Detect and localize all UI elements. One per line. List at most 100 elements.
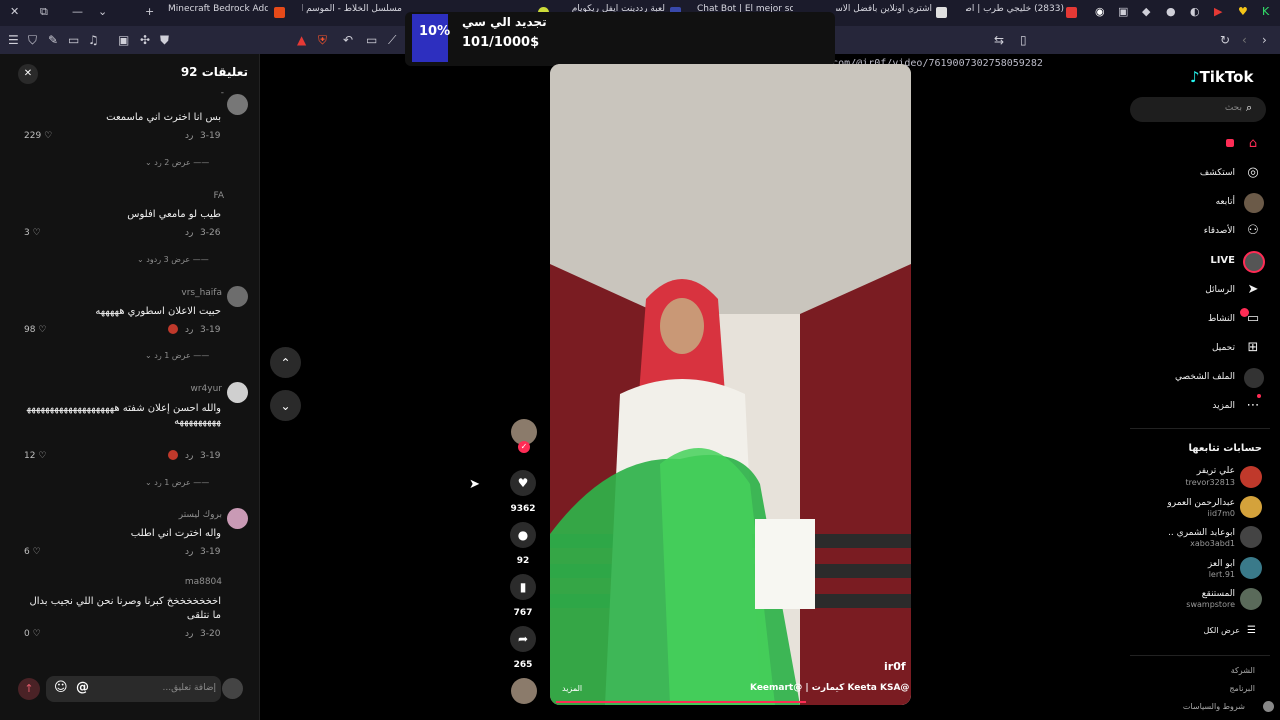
view-replies[interactable]: ⌄ عرض 3 ردود —— [137, 255, 227, 264]
translate-icon[interactable]: ⇆ [994, 33, 1004, 47]
comment-username[interactable]: بروك ليستر [160, 510, 222, 520]
comment-username[interactable]: - [180, 88, 224, 98]
reload-icon[interactable]: ↻ [1220, 33, 1230, 47]
comment-username[interactable]: wr4yur [170, 384, 222, 394]
youtube-tab-icon[interactable]: ▶ [1214, 5, 1222, 18]
view-replies[interactable]: ⌄ عرض 2 رد —— [145, 158, 225, 167]
avatar[interactable] [227, 286, 248, 307]
tab-favicon [1066, 7, 1077, 18]
back-icon[interactable]: ‹ [1242, 33, 1247, 47]
music-icon[interactable]: ♫ [88, 33, 99, 47]
search-placeholder: بحث [1224, 103, 1242, 113]
comment-username[interactable]: vrs_haifa [160, 288, 222, 298]
view-replies[interactable]: ⌄ عرض 1 رد —— [145, 351, 225, 360]
comment-button[interactable]: ● [510, 522, 536, 548]
comment-date: 3-19 [200, 325, 221, 335]
mention-icon[interactable]: @ [76, 680, 89, 695]
new-tab-icon[interactable]: + [145, 5, 154, 18]
close-window-icon[interactable]: ✕ [10, 5, 19, 18]
tiktok-logo[interactable]: ♪TikTok [1190, 68, 1253, 86]
pinned-tab-icon[interactable]: ▣ [1118, 5, 1128, 18]
video-progress-bar[interactable] [556, 701, 806, 703]
friends-icon: ⚇ [1247, 223, 1259, 238]
music-disc-avatar[interactable] [511, 678, 537, 704]
share-icon[interactable]: ↶ [343, 33, 353, 47]
next-video-button[interactable]: ⌄ [270, 390, 301, 421]
reply-button[interactable]: رد [185, 228, 193, 238]
heart-icon: ♡ [44, 131, 53, 141]
pinned-tab-icon[interactable]: ♥ [1238, 5, 1248, 18]
like-count[interactable]: 12 ♡ [24, 451, 46, 461]
video-player[interactable]: ir0f Keemart@ | كيمارت Keeta KSA@ ... ال… [550, 64, 911, 705]
view-replies-label: عرض 3 ردود [146, 255, 191, 264]
brave-icon[interactable]: ⛨ [318, 33, 327, 48]
pen-icon[interactable]: ✎ [48, 33, 58, 47]
post-comment-button[interactable]: ↑ [18, 678, 40, 700]
reply-button[interactable]: رد [185, 547, 193, 557]
save-button[interactable]: ▮ [510, 574, 536, 600]
tab-5[interactable]: Minecraft Bedrock Addons [168, 4, 268, 22]
like-button[interactable]: ♥ [510, 470, 536, 496]
like-count[interactable]: 3 ♡ [24, 228, 41, 238]
like-count[interactable]: 6 ♡ [24, 547, 41, 557]
settings-icon[interactable] [1263, 701, 1274, 712]
upload-icon: ⊞ [1247, 340, 1259, 355]
like-count[interactable]: 0 ♡ [24, 629, 41, 639]
pinned-tab-icon[interactable]: ◐ [1190, 5, 1200, 18]
active-tab-icon[interactable]: ◉ [1095, 5, 1105, 18]
forward-icon[interactable]: › [1262, 33, 1267, 47]
previous-video-button[interactable]: ⌃ [270, 347, 301, 378]
warning-icon[interactable]: ▲ [297, 33, 306, 47]
search-input[interactable]: بحث ⌕ [1130, 97, 1266, 122]
footer-link[interactable]: البرنامج [1150, 684, 1255, 693]
footer-link[interactable]: الشركة [1150, 666, 1255, 675]
tab-list-icon[interactable]: ⌄ [98, 5, 107, 18]
emoji-icon[interactable]: ☺ [54, 680, 68, 695]
follow-check-icon[interactable]: ✓ [518, 441, 530, 453]
heart-icon: ♡ [38, 325, 47, 335]
reply-button[interactable]: رد [185, 325, 193, 335]
comment-text: واله اخترت اني اطلب [130, 528, 221, 539]
reply-button[interactable]: رد [185, 451, 193, 461]
leo-icon[interactable]: ⟋ [388, 33, 396, 48]
like-count[interactable]: 98 ♡ [24, 325, 46, 335]
minimize-icon[interactable]: — [72, 5, 83, 18]
caption-more-button[interactable]: المزيد [562, 684, 582, 693]
display-icon[interactable]: ▭ [366, 33, 377, 47]
tab-4[interactable]: مسلسل الخلاط - الموسم الأول [302, 4, 402, 22]
screenshot-icon[interactable]: ▣ [118, 33, 129, 47]
like-count[interactable]: 229 ♡ [24, 131, 52, 141]
mouse-cursor-icon: ➤ [469, 477, 480, 492]
pinned-tab-icon[interactable]: ● [1166, 5, 1176, 18]
close-icon[interactable]: ✕ [18, 64, 38, 84]
creator-liked-avatar [168, 324, 178, 334]
tabs-icon[interactable]: ▭ [68, 33, 79, 47]
comment-input[interactable]: ☺ @ إضافة تعليق... [46, 676, 221, 702]
bookmark-icon[interactable]: ▯ [1020, 33, 1027, 47]
reply-button[interactable]: رد [185, 131, 193, 141]
vpn-icon[interactable]: ⛊ [160, 33, 169, 48]
tab-1[interactable]: اشتري اونلاين بأفضل الاسعار [836, 4, 932, 22]
avatar[interactable] [227, 382, 248, 403]
shield-icon[interactable]: ⛉ [28, 33, 37, 48]
comment-username[interactable]: FA [180, 191, 224, 201]
menu-icon[interactable]: ☰ [8, 33, 19, 47]
view-replies-label: عرض 1 رد [154, 478, 191, 487]
view-replies[interactable]: ⌄ عرض 1 رد —— [145, 478, 225, 487]
avatar[interactable] [222, 678, 243, 699]
puzzle-icon[interactable]: ✣ [140, 33, 150, 47]
restore-icon[interactable]: ⧉ [40, 5, 48, 19]
tab-0[interactable]: (2833) خليجي طرب | اصلا انا [966, 4, 1064, 22]
pinned-tab-icon[interactable]: ◆ [1142, 5, 1150, 18]
comment-username[interactable]: ma8804 [170, 577, 222, 587]
search-icon[interactable]: ⌕ [1246, 101, 1252, 115]
video-caption: Keemart@ | كيمارت Keeta KSA@ ... [750, 683, 911, 693]
share-button[interactable]: ➦ [510, 626, 536, 652]
avatar[interactable] [227, 508, 248, 529]
kick-tab-icon[interactable]: K [1262, 5, 1269, 18]
avatar[interactable] [227, 94, 248, 115]
more-icon: ⋯ [1246, 398, 1260, 413]
footer-link[interactable]: شروط والسياسات [1130, 702, 1245, 711]
video-author[interactable]: ir0f [884, 660, 906, 673]
reply-button[interactable]: رد [185, 629, 193, 639]
